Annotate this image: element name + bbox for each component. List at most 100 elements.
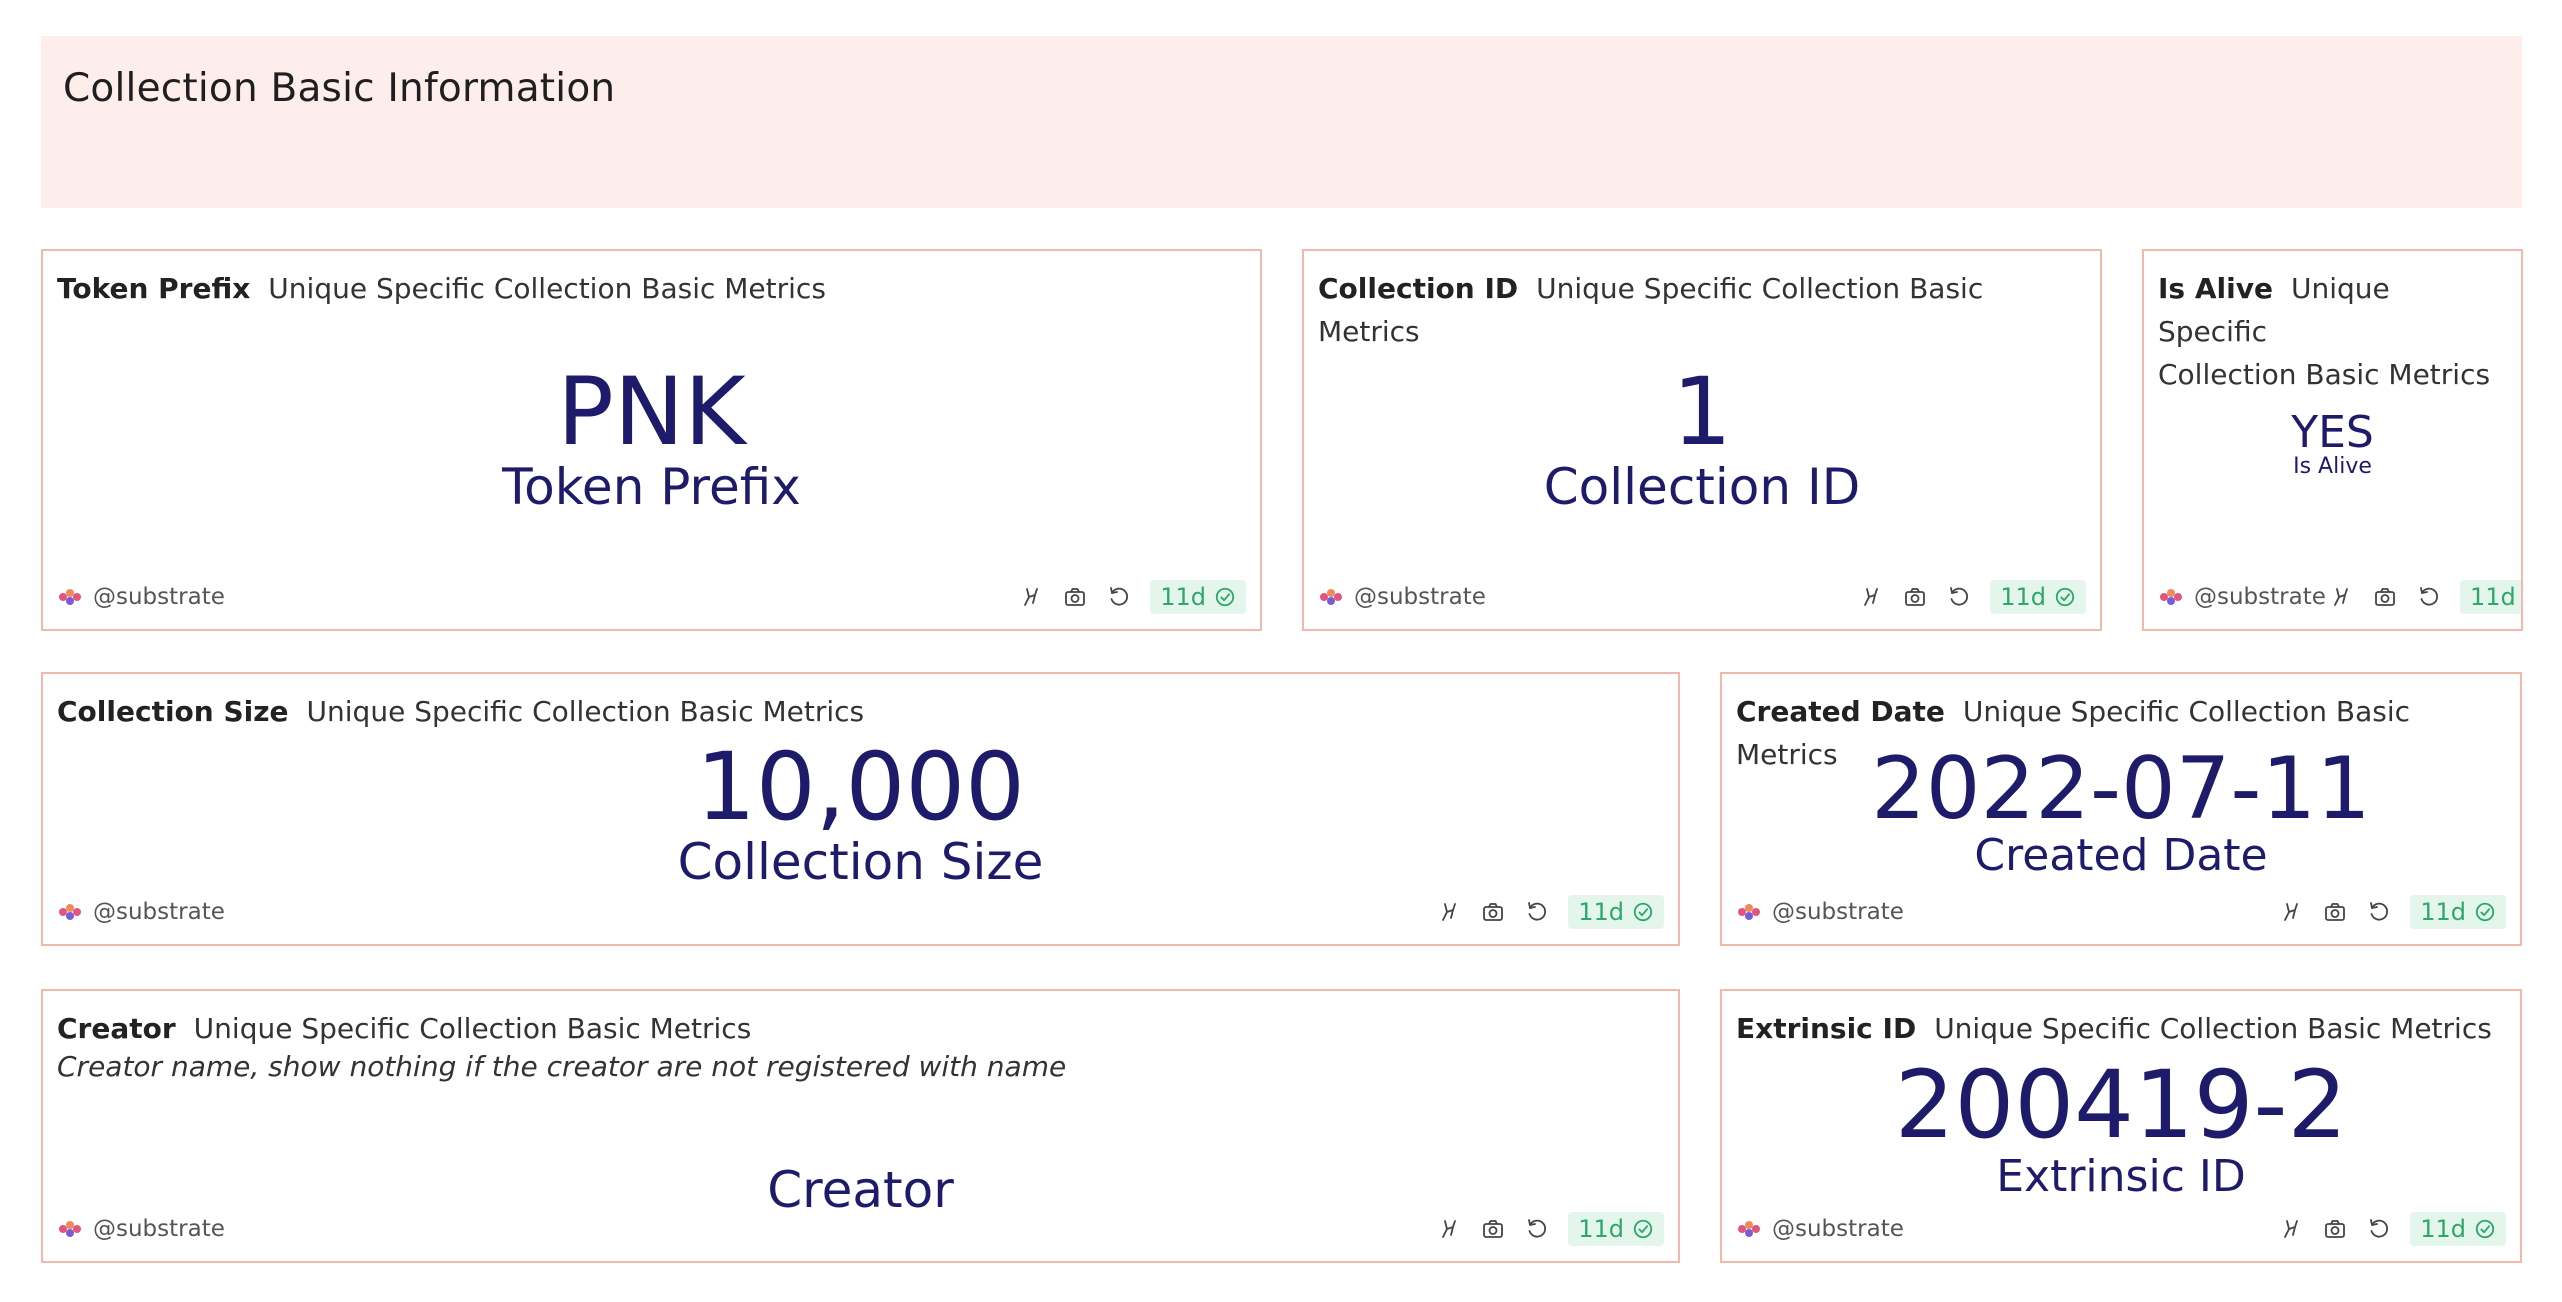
substrate-logo-icon xyxy=(57,587,83,607)
age-badge[interactable]: 11d xyxy=(2460,580,2521,614)
card-subtitle[interactable]: Unique Specific Collection Basic Metrics xyxy=(1934,1012,2492,1045)
card-actions: 11d xyxy=(2278,1209,2506,1249)
camera-icon[interactable] xyxy=(2322,1216,2348,1242)
check-circle-icon xyxy=(2474,901,2496,923)
card-footer: @substrate 11d xyxy=(2158,577,2521,617)
check-circle-icon xyxy=(1632,1218,1654,1240)
camera-icon[interactable] xyxy=(2322,899,2348,925)
card-subtitle[interactable]: Unique Specific Collection Basic Metrics xyxy=(268,272,826,305)
owner[interactable]: @substrate xyxy=(57,1209,225,1249)
owner[interactable]: @substrate xyxy=(1318,577,1486,617)
card-title[interactable]: Created Date xyxy=(1736,695,1945,728)
card-token-prefix: Token Prefix Unique Specific Collection B… xyxy=(41,249,1262,631)
metric-value: 10,000 xyxy=(696,733,1025,842)
camera-icon[interactable] xyxy=(2372,584,2398,610)
card-title[interactable]: Extrinsic ID xyxy=(1736,1012,1916,1045)
refresh-icon[interactable] xyxy=(1524,899,1550,925)
owner-handle[interactable]: @substrate xyxy=(1772,899,1904,925)
fork-icon[interactable] xyxy=(1858,584,1884,610)
value-block: YES Is Alive xyxy=(2144,411,2521,479)
camera-icon[interactable] xyxy=(1480,899,1506,925)
owner-handle[interactable]: @substrate xyxy=(2194,584,2326,610)
substrate-logo-icon xyxy=(1318,587,1344,607)
age-text: 11d xyxy=(1578,1215,1624,1243)
card-footer: @substrate 11d xyxy=(1318,577,2086,617)
fork-icon[interactable] xyxy=(1436,1216,1462,1242)
substrate-logo-icon xyxy=(57,1219,83,1239)
check-circle-icon xyxy=(1214,586,1236,608)
card-header: Collection ID Unique Specific Collection … xyxy=(1318,267,2086,353)
card-subtitle[interactable]: Unique Specific Collection Basic Metrics xyxy=(307,695,865,728)
section-header: Collection Basic Information xyxy=(41,36,2522,208)
section-title: Collection Basic Information xyxy=(63,66,616,111)
refresh-icon[interactable] xyxy=(2366,899,2392,925)
card-description: Creator name, show nothing if the creato… xyxy=(57,1050,1067,1083)
fork-icon[interactable] xyxy=(2278,1216,2304,1242)
refresh-icon[interactable] xyxy=(2366,1216,2392,1242)
refresh-icon[interactable] xyxy=(1106,584,1132,610)
substrate-logo-icon xyxy=(1736,902,1762,922)
card-footer: @substrate 11d xyxy=(57,892,1664,932)
owner-handle[interactable]: @substrate xyxy=(1772,1216,1904,1242)
age-badge[interactable]: 11d xyxy=(1990,580,2086,614)
age-text: 11d xyxy=(1160,583,1206,611)
check-circle-icon xyxy=(1632,901,1654,923)
card-title[interactable]: Is Alive xyxy=(2158,272,2273,305)
owner-handle[interactable]: @substrate xyxy=(93,899,225,925)
age-badge[interactable]: 11d xyxy=(1568,1212,1664,1246)
card-created-date: Created Date Unique Specific Collection B… xyxy=(1720,672,2522,946)
card-subtitle[interactable]: Unique Specific Collection Basic Metrics xyxy=(194,1012,752,1045)
card-header: Creator Unique Specific Collection Basic … xyxy=(57,1007,1664,1050)
owner-handle[interactable]: @substrate xyxy=(1354,584,1486,610)
age-badge[interactable]: 11d xyxy=(2410,1212,2506,1246)
metric-value: YES xyxy=(2291,407,2374,458)
owner[interactable]: @substrate xyxy=(57,577,225,617)
fork-icon[interactable] xyxy=(1436,899,1462,925)
card-actions: 11d xyxy=(1858,577,2086,617)
metric-label: Extrinsic ID xyxy=(1996,1151,2246,1202)
substrate-logo-icon xyxy=(57,902,83,922)
owner[interactable]: @substrate xyxy=(1736,1209,1904,1249)
age-badge[interactable]: 11d xyxy=(1568,895,1664,929)
owner[interactable]: @substrate xyxy=(1736,892,1904,932)
age-text: 11d xyxy=(1578,898,1624,926)
card-is-alive: Is Alive Unique Specific Collection Basic… xyxy=(2142,249,2523,631)
card-subtitle-line2[interactable]: Collection Basic Metrics xyxy=(2158,358,2490,391)
camera-icon[interactable] xyxy=(1062,584,1088,610)
camera-icon[interactable] xyxy=(1902,584,1928,610)
card-footer: @substrate 11d xyxy=(57,1209,1664,1249)
metric-value: 2022-07-11 xyxy=(1871,739,2371,839)
card-header: Collection Size Unique Specific Collectio… xyxy=(57,690,1664,733)
refresh-icon[interactable] xyxy=(2416,584,2442,610)
substrate-logo-icon xyxy=(2158,587,2184,607)
age-badge[interactable]: 11d xyxy=(1150,580,1246,614)
card-collection-id: Collection ID Unique Specific Collection … xyxy=(1302,249,2102,631)
value-block: 1 Collection ID xyxy=(1304,366,2100,515)
metric-label: Collection ID xyxy=(1543,458,1861,516)
fork-icon[interactable] xyxy=(2328,584,2354,610)
check-circle-icon xyxy=(2474,1218,2496,1240)
fork-icon[interactable] xyxy=(1018,584,1044,610)
owner[interactable]: @substrate xyxy=(2158,577,2326,617)
age-text: 11d xyxy=(2420,1215,2466,1243)
card-title[interactable]: Collection Size xyxy=(57,695,289,728)
value-block: PNK Token Prefix xyxy=(43,366,1260,515)
owner-handle[interactable]: @substrate xyxy=(93,584,225,610)
card-actions: 11d xyxy=(1436,1209,1664,1249)
owner-handle[interactable]: @substrate xyxy=(93,1216,225,1242)
substrate-logo-icon xyxy=(1736,1219,1762,1239)
metric-value: 1 xyxy=(1672,358,1732,467)
card-title[interactable]: Collection ID xyxy=(1318,272,1518,305)
fork-icon[interactable] xyxy=(2278,899,2304,925)
card-title[interactable]: Creator xyxy=(57,1012,176,1045)
camera-icon[interactable] xyxy=(1480,1216,1506,1242)
refresh-icon[interactable] xyxy=(1524,1216,1550,1242)
metric-label: Is Alive xyxy=(2293,454,2372,479)
card-actions: 11d xyxy=(2328,577,2521,617)
card-title[interactable]: Token Prefix xyxy=(57,272,250,305)
owner[interactable]: @substrate xyxy=(57,892,225,932)
metric-label: Token Prefix xyxy=(502,458,801,516)
age-badge[interactable]: 11d xyxy=(2410,895,2506,929)
age-text: 11d xyxy=(2470,583,2516,611)
refresh-icon[interactable] xyxy=(1946,584,1972,610)
